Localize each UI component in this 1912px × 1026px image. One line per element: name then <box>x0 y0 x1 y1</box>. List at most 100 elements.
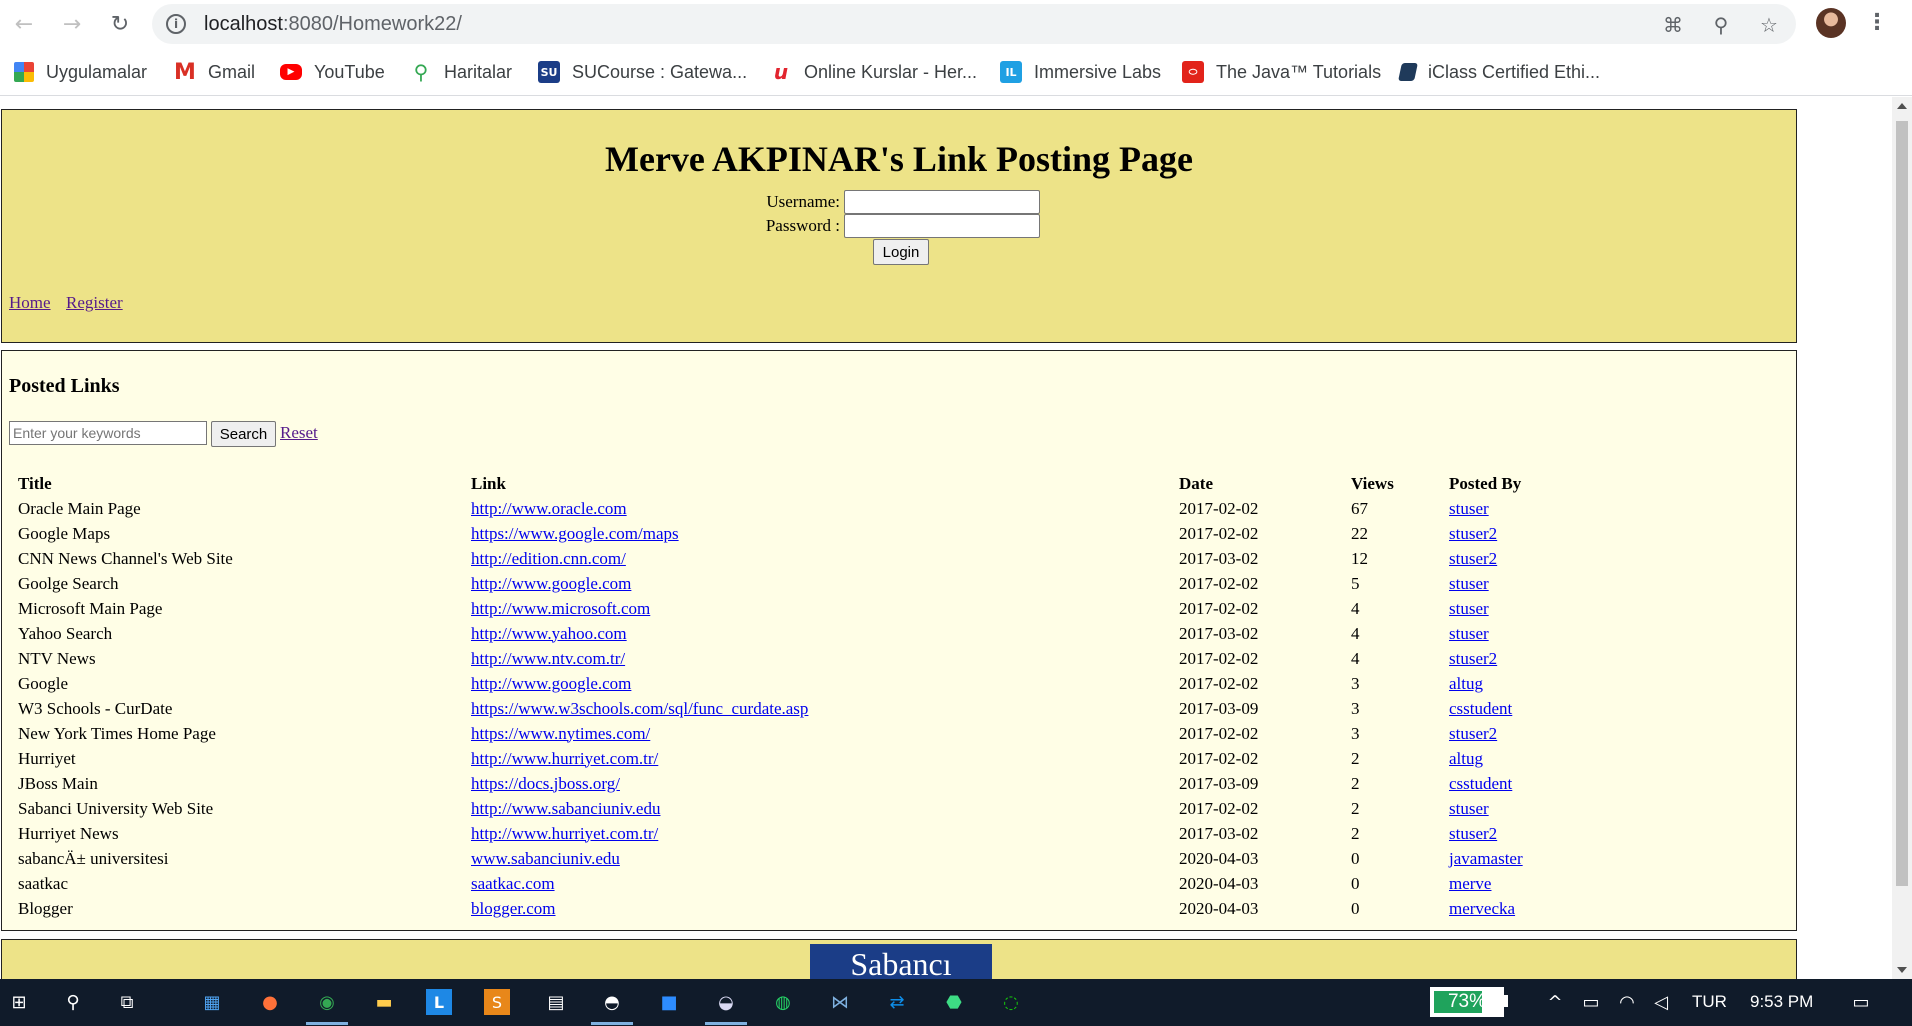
menu-dots-icon[interactable]: ⋮ <box>1866 8 1888 38</box>
user-link[interactable]: mervecka <box>1449 899 1515 918</box>
profile-avatar[interactable] <box>1816 8 1846 38</box>
search-button[interactable]: Search <box>211 421 276 447</box>
table-row: Hurriyet News http://www.hurriyet.com.tr/… <box>14 821 1605 846</box>
scroll-up-icon[interactable] <box>1897 103 1907 109</box>
show-hidden-icons-chevron-icon[interactable]: ^ <box>1540 987 1570 1017</box>
chrome-icon[interactable]: ◉ <box>306 987 348 1025</box>
table-row: Yahoo Search http://www.yahoo.com 2017-03-… <box>14 621 1605 646</box>
cell-posted-by: altug <box>1445 671 1605 696</box>
posted-link[interactable]: www.sabanciuniv.edu <box>471 849 620 868</box>
wifi-icon[interactable]: ◠ <box>1612 987 1642 1017</box>
user-link[interactable]: stuser <box>1449 499 1489 518</box>
battery-tray-icon[interactable]: ▭ <box>1576 987 1606 1017</box>
zoom-icon[interactable]: ⚲ <box>1708 12 1734 38</box>
action-center-icon[interactable]: ▭ <box>1846 987 1876 1017</box>
bookmark-apps[interactable]: Uygulamalar <box>14 60 147 84</box>
posted-link[interactable]: https://docs.jboss.org/ <box>471 774 620 793</box>
user-link[interactable]: altug <box>1449 749 1483 768</box>
login-button[interactable]: Login <box>873 239 929 265</box>
back-arrow-icon[interactable]: ← <box>8 8 40 40</box>
volume-icon[interactable]: ◁ <box>1646 987 1676 1017</box>
user-link[interactable]: csstudent <box>1449 774 1512 793</box>
bookmark-youtube[interactable]: ▶ YouTube <box>280 60 385 84</box>
posted-link[interactable]: https://www.nytimes.com/ <box>471 724 650 743</box>
scroll-down-icon[interactable] <box>1897 967 1907 973</box>
posted-link[interactable]: blogger.com <box>471 899 556 918</box>
posted-link[interactable]: https://www.w3schools.com/sql/func_curda… <box>471 699 808 718</box>
bookmark-maps[interactable]: ⚲ Haritalar <box>410 60 512 84</box>
posted-link[interactable]: https://www.google.com/maps <box>471 524 679 543</box>
posted-link[interactable]: http://www.yahoo.com <box>471 624 627 643</box>
user-link[interactable]: stuser2 <box>1449 724 1497 743</box>
user-link[interactable]: altug <box>1449 674 1483 693</box>
bookmark-star-icon[interactable]: ☆ <box>1756 12 1782 38</box>
user-link[interactable]: stuser2 <box>1449 824 1497 843</box>
user-link[interactable]: javamaster <box>1449 849 1523 868</box>
posted-link[interactable]: http://www.oracle.com <box>471 499 627 518</box>
posted-link[interactable]: saatkac.com <box>471 874 555 893</box>
user-link[interactable]: stuser <box>1449 799 1489 818</box>
user-link[interactable]: csstudent <box>1449 699 1512 718</box>
user-link[interactable]: stuser2 <box>1449 649 1497 668</box>
bookmark-gmail[interactable]: M Gmail <box>174 60 255 85</box>
bookmark-java-tutorials[interactable]: ⬭ The Java™ Tutorials <box>1182 60 1381 84</box>
posted-link[interactable]: http://www.ntv.com.tr/ <box>471 649 625 668</box>
whatsapp-icon[interactable]: ◍ <box>768 987 798 1017</box>
zoom-app-icon[interactable]: ■ <box>654 987 684 1017</box>
teamviewer-icon[interactable]: ⇄ <box>882 987 912 1017</box>
forward-arrow-icon[interactable]: → <box>56 8 88 40</box>
translate-icon[interactable]: ⌘ <box>1660 12 1686 38</box>
user-link[interactable]: stuser2 <box>1449 549 1497 568</box>
reload-icon[interactable]: ↻ <box>104 8 136 40</box>
scrollbar-thumb[interactable] <box>1896 121 1908 886</box>
posted-link[interactable]: http://www.google.com <box>471 574 631 593</box>
firefox-icon[interactable]: ● <box>255 987 285 1017</box>
sublime-text-icon[interactable]: S <box>484 989 510 1015</box>
photos-app-icon[interactable]: ◓ <box>591 987 633 1025</box>
posted-link[interactable]: http://www.hurriyet.com.tr/ <box>471 749 658 768</box>
posted-link[interactable]: http://edition.cnn.com/ <box>471 549 626 568</box>
search-input[interactable] <box>9 421 207 445</box>
loading-circle-icon[interactable]: ◌ <box>996 987 1026 1017</box>
user-link[interactable]: stuser <box>1449 624 1489 643</box>
eclipse-icon[interactable]: ◒ <box>705 987 747 1025</box>
bookmark-iclass[interactable]: iClass Certified Ethi... <box>1398 60 1600 84</box>
l-app-icon[interactable]: L <box>426 989 452 1015</box>
username-input[interactable] <box>844 190 1040 214</box>
cell-date: 2017-03-09 <box>1179 773 1259 793</box>
posted-link[interactable]: http://www.sabanciuniv.edu <box>471 799 660 818</box>
calendar-app-icon[interactable]: ▦ <box>197 987 227 1017</box>
reset-link[interactable]: Reset <box>280 423 318 443</box>
nav-register-link[interactable]: Register <box>66 293 123 313</box>
file-explorer-icon[interactable]: ▬ <box>369 987 399 1017</box>
input-language[interactable]: TUR <box>1692 992 1727 1012</box>
bookmark-immersive-labs[interactable]: IL Immersive Labs <box>1000 60 1161 84</box>
password-input[interactable] <box>844 214 1040 238</box>
cell-date: 2017-02-02 <box>1179 498 1259 518</box>
user-link[interactable]: merve <box>1449 874 1491 893</box>
address-bar[interactable]: i localhost:8080/Homework22/ ⌘ ⚲ ☆ <box>152 4 1796 44</box>
site-info-icon[interactable]: i <box>166 14 186 34</box>
posted-link[interactable]: http://www.google.com <box>471 674 631 693</box>
user-link[interactable]: stuser <box>1449 574 1489 593</box>
search-icon[interactable]: ⚲ <box>58 987 88 1017</box>
battery-indicator[interactable]: 73% <box>1430 987 1504 1017</box>
user-link[interactable]: stuser2 <box>1449 524 1497 543</box>
table-row: saatkac saatkac.com 2020-04-03 0 merve <box>14 871 1605 896</box>
page-scrollbar[interactable] <box>1892 97 1912 979</box>
calculator-icon[interactable]: ▤ <box>541 987 571 1017</box>
clock-time[interactable]: 9:53 PM <box>1750 992 1813 1012</box>
url-text[interactable]: localhost:8080/Homework22/ <box>204 13 462 36</box>
android-studio-icon[interactable]: ⬣ <box>939 987 969 1017</box>
bookmark-udemy[interactable]: u Online Kurslar - Her... <box>770 60 977 84</box>
visual-studio-icon[interactable]: ⋈ <box>825 987 855 1017</box>
table-row: W3 Schools - CurDate https://www.w3school… <box>14 696 1605 721</box>
bookmark-sucourse[interactable]: SU SUCourse : Gatewa... <box>538 60 747 84</box>
table-row: Oracle Main Page http://www.oracle.com 201… <box>14 496 1605 521</box>
nav-home-link[interactable]: Home <box>9 293 51 313</box>
windows-start-icon[interactable]: ⊞ <box>4 987 34 1017</box>
user-link[interactable]: stuser <box>1449 599 1489 618</box>
posted-link[interactable]: http://www.microsoft.com <box>471 599 650 618</box>
posted-link[interactable]: http://www.hurriyet.com.tr/ <box>471 824 658 843</box>
task-view-icon[interactable]: ⧉ <box>112 987 142 1017</box>
